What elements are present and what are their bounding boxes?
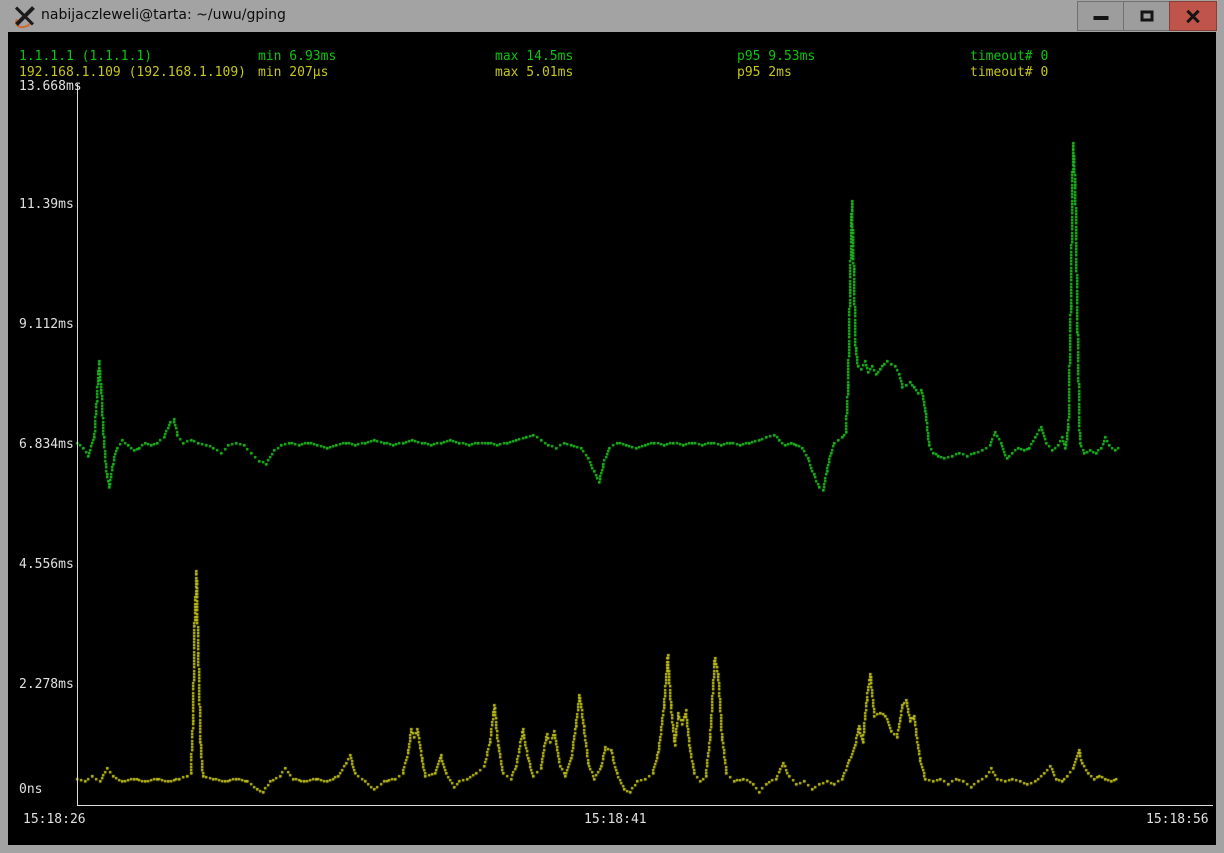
xterm-app-icon[interactable] [14,5,36,27]
x-tick-label: 15:18:41 [584,812,647,828]
host-stats-row: 1.1.1.1 (1.1.1.1) min 6.93ms max 14.5ms … [8,49,1216,65]
y-tick-label: 0ns [19,782,42,798]
y-tick-label: 13.668ms [19,79,82,95]
gping-latency-plot [8,32,1216,845]
maximize-icon [1140,11,1153,22]
host-timeouts: timeout# 0 [970,49,1048,65]
host-min: min 6.93ms [258,49,336,65]
x-axis-line [77,805,1213,806]
window-title: nabijaczleweli@tarta: ~/uwu/gping [41,7,286,23]
y-tick-label: 2.278ms [19,677,74,693]
host-max: max 5.01ms [495,65,573,81]
host-p95: p95 2ms [737,65,792,81]
host-name: 1.1.1.1 (1.1.1.1) [19,49,152,65]
host-p95: p95 9.53ms [737,49,815,65]
terminal-screen[interactable]: 1.1.1.1 (1.1.1.1) min 6.93ms max 14.5ms … [8,32,1216,845]
y-axis-line [77,84,78,805]
close-button[interactable] [1169,1,1217,31]
y-tick-label: 9.112ms [19,317,74,333]
y-tick-label: 4.556ms [19,557,74,573]
x-tick-label: 15:18:56 [1146,812,1209,828]
y-tick-label: 6.834ms [19,437,74,453]
maximize-button[interactable] [1123,1,1170,31]
y-tick-label: 11.39ms [19,197,74,213]
window-titlebar[interactable]: nabijaczleweli@tarta: ~/uwu/gping [0,0,1224,32]
minimize-button[interactable] [1077,1,1124,31]
minimize-icon [1093,16,1108,20]
xterm-window: nabijaczleweli@tarta: ~/uwu/gping 1.1.1.… [0,0,1224,853]
x-tick-label: 15:18:26 [23,812,86,828]
host-min: min 207µs [258,65,328,81]
host-max: max 14.5ms [495,49,573,65]
host-timeouts: timeout# 0 [970,65,1048,81]
host-stats-row: 192.168.1.109 (192.168.1.109) min 207µs … [8,65,1216,81]
close-icon [1185,8,1201,24]
